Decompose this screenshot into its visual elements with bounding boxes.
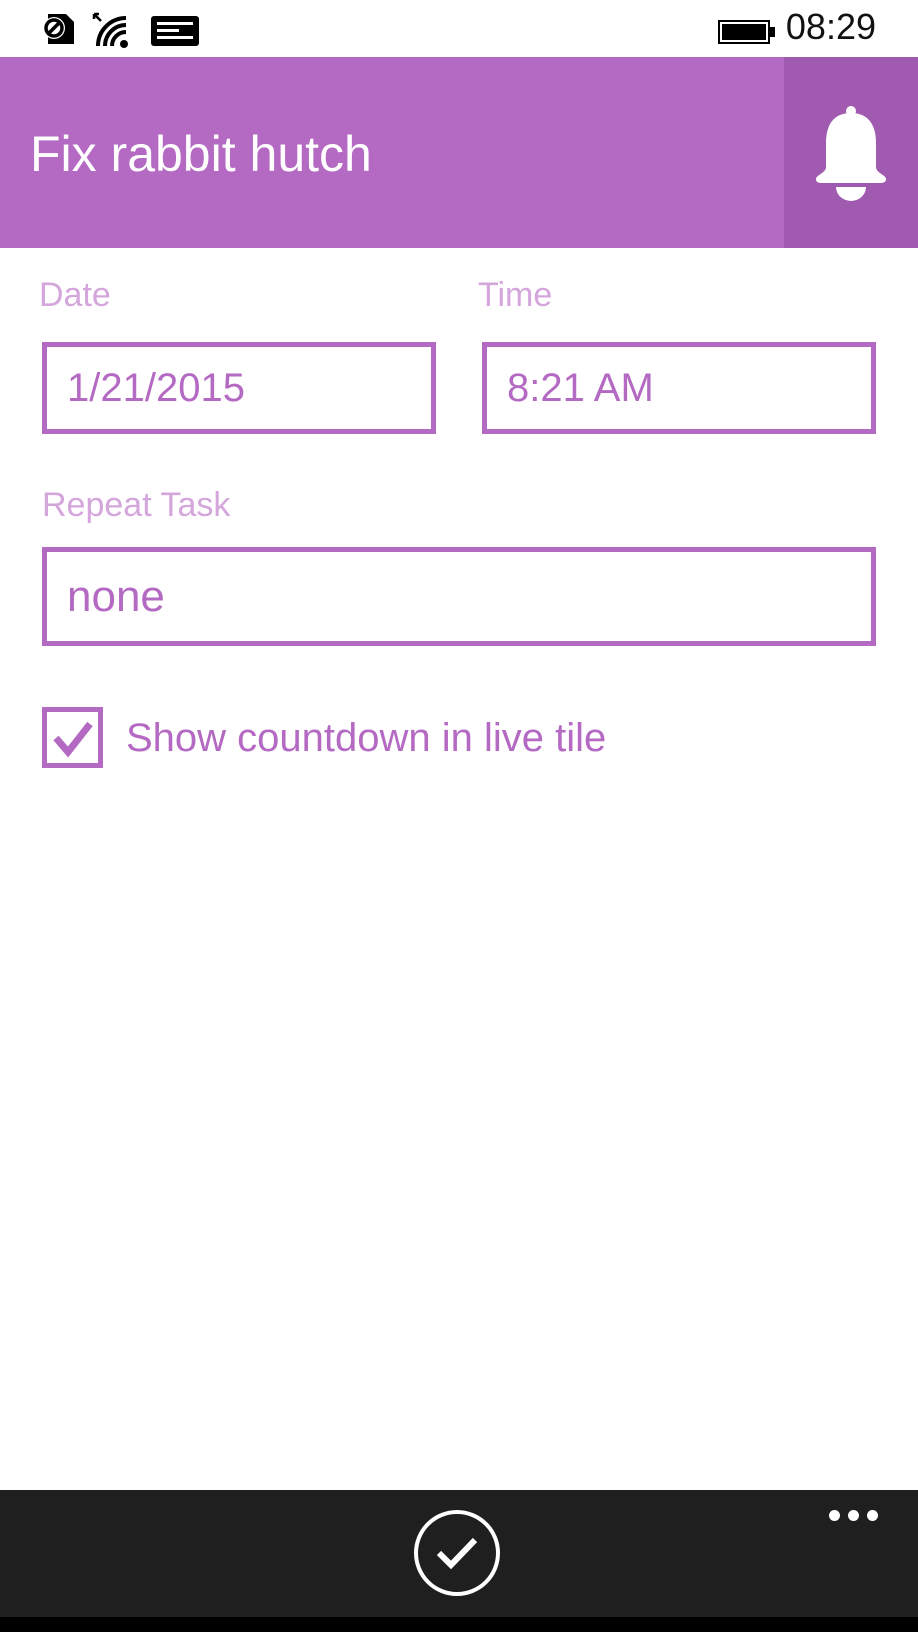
date-label: Date [39, 276, 111, 314]
sim-card-icon [43, 14, 74, 44]
message-icon [151, 16, 199, 46]
wifi-icon [92, 12, 128, 48]
more-button[interactable] [829, 1510, 878, 1521]
countdown-checkbox[interactable] [42, 707, 103, 768]
reminder-button[interactable] [784, 57, 918, 248]
save-button[interactable] [414, 1510, 500, 1596]
time-picker[interactable]: 8:21 AM [482, 342, 876, 434]
header: Fix rabbit hutch [0, 57, 918, 248]
date-value: 1/21/2015 [67, 365, 245, 410]
more-icon [829, 1510, 840, 1521]
bell-icon [816, 105, 886, 201]
countdown-label[interactable]: Show countdown in live tile [126, 716, 606, 761]
checkmark-icon [436, 1537, 478, 1570]
page-title: Fix rabbit hutch [30, 126, 372, 182]
repeat-label: Repeat Task [42, 486, 231, 524]
more-icon [848, 1510, 859, 1521]
status-bar: 08:29 [0, 0, 918, 57]
repeat-value: none [67, 571, 165, 621]
system-nav-strip [0, 1617, 918, 1632]
checkmark-icon [52, 721, 93, 758]
app-bar [0, 1490, 918, 1617]
more-icon [867, 1510, 878, 1521]
battery-icon [718, 20, 775, 44]
time-value: 8:21 AM [507, 365, 654, 410]
repeat-selector[interactable]: none [42, 547, 876, 646]
time-label: Time [478, 276, 553, 314]
clock: 08:29 [785, 6, 876, 47]
date-picker[interactable]: 1/21/2015 [42, 342, 436, 434]
